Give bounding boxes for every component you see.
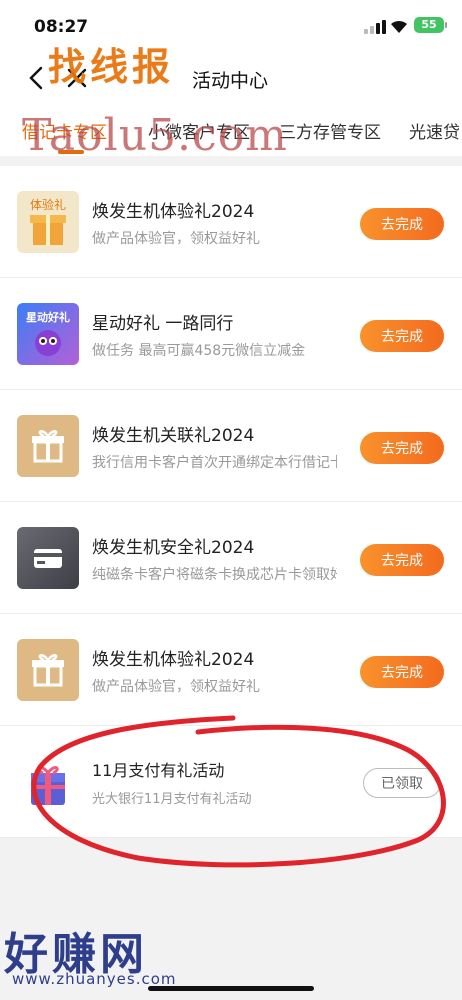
complete-button[interactable]: 去完成 <box>360 320 444 352</box>
activity-title: 焕发生机关联礼2024 <box>92 426 255 446</box>
complete-button[interactable]: 去完成 <box>360 544 444 576</box>
activity-row[interactable]: 焕发生机体验礼2024 做产品体验官，领权益好礼 去完成 <box>0 614 462 726</box>
activity-desc: 做任务 最高可赢458元微信立减金 <box>92 343 306 359</box>
activity-list: 体验礼 焕发生机体验礼2024 做产品体验官，领权益好礼 去完成 星动好礼 星动… <box>0 166 462 838</box>
gift-icon <box>17 639 79 701</box>
wifi-icon <box>391 20 407 33</box>
gift-box-icon: 体验礼 <box>17 191 79 253</box>
tab-third-party-custody[interactable]: 三方存管专区 <box>279 118 381 143</box>
activity-title: 焕发生机体验礼2024 <box>92 650 255 670</box>
page-title: 活动中心 <box>192 70 269 92</box>
activity-row[interactable]: 星动好礼 星动好礼 一路同行 做任务 最高可赢458元微信立减金 去完成 <box>0 278 462 390</box>
claimed-button[interactable]: 已领取 <box>363 768 441 798</box>
back-icon[interactable] <box>24 64 50 92</box>
purple-gift-icon <box>17 751 79 813</box>
complete-button[interactable]: 去完成 <box>360 656 444 688</box>
activity-title: 星动好礼 一路同行 <box>92 314 234 334</box>
thumb-label: 星动好礼 <box>26 310 70 324</box>
battery-icon: 55 <box>414 17 447 33</box>
thumb-label: 体验礼 <box>30 197 66 212</box>
activity-desc: 做产品体验官，领权益好礼 <box>92 679 260 695</box>
activity-title: 焕发生机体验礼2024 <box>92 202 255 222</box>
activity-desc: 光大银行11月支付有礼活动 <box>92 792 252 807</box>
activity-row[interactable]: 11月支付有礼活动 光大银行11月支付有礼活动 已领取 <box>0 726 462 838</box>
activity-row[interactable]: 体验礼 焕发生机体验礼2024 做产品体验官，领权益好礼 去完成 <box>0 166 462 278</box>
complete-button[interactable]: 去完成 <box>360 432 444 464</box>
watermark-top: 找线报 <box>48 45 175 89</box>
home-indicator <box>148 986 314 991</box>
activity-title: 焕发生机安全礼2024 <box>92 538 255 558</box>
activity-row[interactable]: 焕发生机关联礼2024 我行信用卡客户首次开通绑定本行借记卡 去完成 <box>0 390 462 502</box>
activity-row[interactable]: 焕发生机安全礼2024 纯磁条卡客户将磁条卡换成芯片卡领取好礼 去完成 <box>0 502 462 614</box>
star-mascot-icon: 星动好礼 <box>17 303 79 365</box>
card-icon <box>17 527 79 589</box>
complete-button[interactable]: 去完成 <box>360 208 444 240</box>
watermark-mid: Taolu5.com <box>22 110 288 161</box>
activity-title: 11月支付有礼活动 <box>92 761 225 780</box>
activity-desc: 纯磁条卡客户将磁条卡换成芯片卡领取好礼 <box>92 567 337 583</box>
signal-icon <box>364 20 386 34</box>
activity-desc: 我行信用卡客户首次开通绑定本行借记卡 <box>92 455 337 471</box>
gift-icon <box>17 415 79 477</box>
activity-desc: 做产品体验官，领权益好礼 <box>92 231 260 247</box>
status-time: 08:27 <box>34 17 89 37</box>
tab-express-loan[interactable]: 光速贷 <box>409 118 460 143</box>
